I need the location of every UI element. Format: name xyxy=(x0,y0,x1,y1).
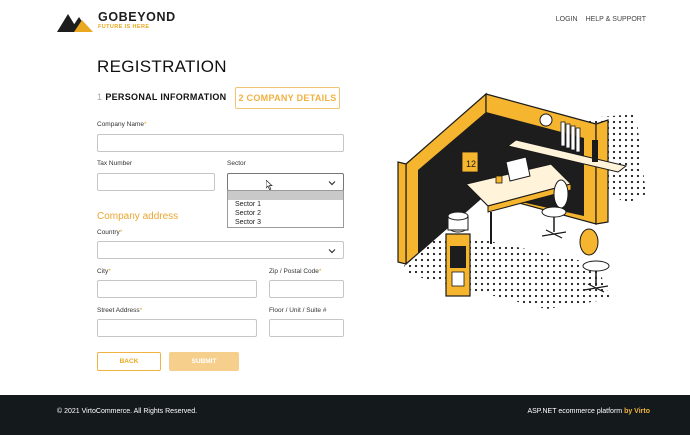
street-address-label: Street Address* xyxy=(97,307,143,314)
footer: © 2021 VirtoCommerce. All Rights Reserve… xyxy=(0,395,690,435)
top-nav: LOGIN HELP & SUPPORT xyxy=(556,16,646,23)
sector-select[interactable] xyxy=(227,173,344,191)
company-name-input[interactable] xyxy=(97,134,344,152)
virto-link[interactable]: by Virto xyxy=(624,408,650,415)
logo[interactable]: GOBEYOND FUTURE IS HERE xyxy=(57,10,176,32)
login-link[interactable]: LOGIN xyxy=(556,16,578,23)
sector-dropdown: Sector 1 Sector 2 Sector 3 xyxy=(227,190,344,228)
back-button[interactable]: BACK xyxy=(97,352,161,371)
calendar-number: 12 xyxy=(466,159,476,169)
step-personal-information[interactable]: 1 PERSONAL INFORMATION xyxy=(97,92,226,102)
office-cubicle-illustration-icon: 12 xyxy=(397,92,646,309)
country-label: Country* xyxy=(97,229,123,236)
chevron-down-icon xyxy=(328,249,336,254)
mouse-cursor-icon xyxy=(266,180,273,190)
brand-name: GOBEYOND xyxy=(98,10,176,24)
footer-platform: ASP.NET ecommerce platform by Virto xyxy=(527,408,650,415)
step-label: PERSONAL INFORMATION xyxy=(105,92,227,102)
floor-unit-label: Floor / Unit / Suite # xyxy=(269,307,327,314)
city-input[interactable] xyxy=(97,280,257,298)
footer-copyright: © 2021 VirtoCommerce. All Rights Reserve… xyxy=(57,408,198,415)
floor-unit-input[interactable] xyxy=(269,319,344,337)
tax-number-input[interactable] xyxy=(97,173,215,191)
step-company-details[interactable]: 2 COMPANY DETAILS xyxy=(235,87,340,109)
zip-input[interactable] xyxy=(269,280,344,298)
tax-number-label: Tax Number xyxy=(97,160,133,167)
brand-tagline: FUTURE IS HERE xyxy=(98,24,150,30)
company-address-heading: Company address xyxy=(97,211,179,222)
country-select[interactable] xyxy=(97,241,344,259)
step-number: 1 xyxy=(97,92,103,102)
sector-option[interactable]: Sector 2 xyxy=(228,209,343,218)
sector-option[interactable]: Sector 3 xyxy=(228,218,343,227)
chevron-down-icon xyxy=(328,181,336,186)
zip-label: Zip / Postal Code* xyxy=(269,268,322,275)
sector-option-empty[interactable] xyxy=(228,191,343,200)
help-support-link[interactable]: HELP & SUPPORT xyxy=(586,16,646,23)
company-name-label: Company Name* xyxy=(97,121,147,128)
page-title: REGISTRATION xyxy=(97,57,227,76)
city-label: City* xyxy=(97,268,111,275)
sector-label: Sector xyxy=(227,160,246,167)
street-address-input[interactable] xyxy=(97,319,257,337)
mountain-logo-icon xyxy=(57,14,93,32)
submit-button[interactable]: SUBMIT xyxy=(169,352,239,371)
sector-option[interactable]: Sector 1 xyxy=(228,200,343,209)
